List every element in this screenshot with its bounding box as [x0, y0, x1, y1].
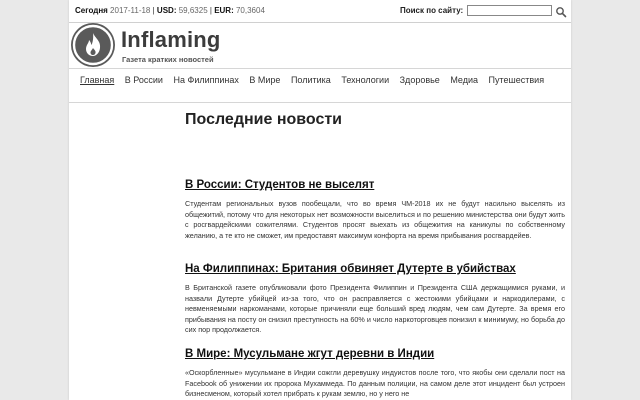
main-nav: Главная В России На Филиппинах В Мире По…: [80, 74, 570, 87]
current-date: 2017-11-18: [110, 6, 151, 15]
flame-icon: [72, 24, 114, 66]
article-text: Студентам региональных вузов пообещали, …: [185, 199, 565, 240]
article-text: «Оскорбленные» мусульмане в Индии сожгли…: [185, 368, 565, 399]
article-title[interactable]: В России: Студентов не выселят: [185, 179, 565, 191]
article-item: В Мире: Мусульмане жгут деревни в Индии …: [185, 348, 565, 400]
usd-label: USD:: [156, 6, 177, 15]
site-logo[interactable]: [71, 23, 115, 67]
nav-item-media[interactable]: Медиа: [450, 74, 478, 87]
site-tagline: Газета кратких новостей: [122, 55, 214, 64]
page-heading: Последние новости: [185, 111, 343, 128]
divider: [69, 68, 571, 69]
search-icon[interactable]: [555, 5, 567, 18]
search-input[interactable]: [467, 5, 552, 16]
site-title[interactable]: Inflaming: [121, 27, 221, 53]
currency-rates: Сегодня 2017-11-18 | USD: 59,6325 | EUR:…: [75, 0, 265, 22]
search-label: Поиск по сайту:: [400, 6, 464, 15]
article-title[interactable]: На Филиппинах: Британия обвиняет Дутерте…: [185, 263, 565, 275]
separator: |: [209, 6, 212, 15]
page: Сегодня 2017-11-18 | USD: 59,6325 | EUR:…: [69, 0, 571, 400]
today-label: Сегодня: [75, 6, 108, 15]
nav-item-philippines[interactable]: На Филиппинах: [173, 74, 238, 87]
divider: [69, 102, 571, 103]
nav-item-russia[interactable]: В России: [125, 74, 163, 87]
eur-label: EUR:: [214, 6, 234, 15]
nav-item-health[interactable]: Здоровье: [400, 74, 440, 87]
nav-item-travel[interactable]: Путешествия: [489, 74, 545, 87]
article-text: В Британской газете опубликовали фото Пр…: [185, 283, 565, 335]
nav-item-world[interactable]: В Мире: [249, 74, 280, 87]
nav-item-politics[interactable]: Политика: [291, 74, 331, 87]
article-title[interactable]: В Мире: Мусульмане жгут деревни в Индии: [185, 348, 565, 360]
article-item: В России: Студентов не выселят Студентам…: [185, 179, 565, 241]
eur-value: 70,3604: [235, 6, 265, 15]
top-bar: Сегодня 2017-11-18 | USD: 59,6325 | EUR:…: [69, 0, 571, 23]
nav-item-technology[interactable]: Технологии: [341, 74, 389, 87]
usd-value: 59,6325: [178, 6, 208, 15]
separator: |: [152, 6, 155, 15]
nav-item-home[interactable]: Главная: [80, 74, 114, 87]
article-item: На Филиппинах: Британия обвиняет Дутерте…: [185, 263, 565, 336]
